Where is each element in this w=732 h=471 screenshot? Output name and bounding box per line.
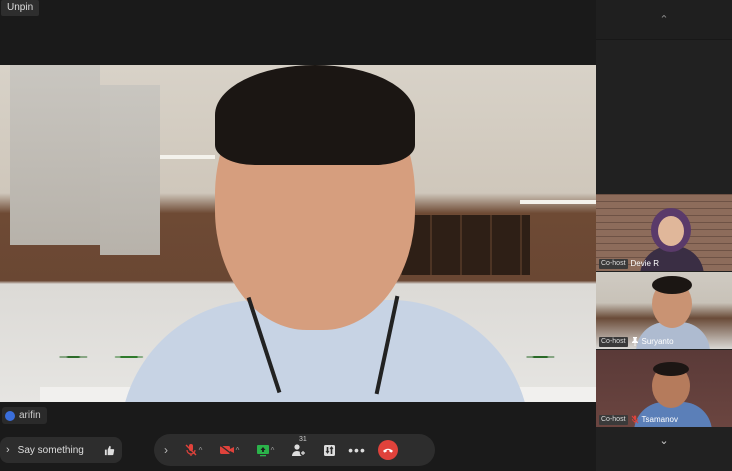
unpin-button[interactable]: Unpin xyxy=(1,0,40,16)
chevron-down-icon: ⌄ xyxy=(659,434,669,447)
apps-icon xyxy=(323,444,335,456)
participant-face xyxy=(658,216,684,246)
ceiling-light xyxy=(520,200,596,204)
bookshelf xyxy=(400,215,530,275)
hang-up-icon xyxy=(383,448,393,453)
participant-name: Suryanto xyxy=(641,336,674,346)
main-video[interactable] xyxy=(0,65,596,402)
participant-sidebar: ⌃ Co-host Devie R Co-host Suryanto Co-ho… xyxy=(596,0,732,471)
speaker-name: arifin xyxy=(19,410,41,421)
participant-hair xyxy=(652,276,692,294)
meeting-window: Unpin arifin › Say something › ^ ^ ^ 31 … xyxy=(0,0,732,471)
more-button[interactable]: ••• xyxy=(346,437,368,463)
speaker-hair xyxy=(215,65,415,165)
caret-up-icon[interactable]: ^ xyxy=(236,446,240,455)
participant-label: Co-host Tsamanov xyxy=(599,414,678,425)
participant-name: Tsamanov xyxy=(641,414,678,424)
cohost-badge: Co-host xyxy=(599,258,628,269)
toolbar: › ^ ^ ^ 31 ••• xyxy=(154,434,435,466)
main-stage: Unpin arifin › Say something › ^ ^ ^ 31 … xyxy=(0,0,596,471)
participant-count: 31 xyxy=(299,436,307,443)
scroll-up-button[interactable]: ⌃ xyxy=(596,0,732,40)
participants-icon xyxy=(292,444,307,457)
microphone-muted-icon xyxy=(185,444,197,456)
participant-tile[interactable]: Co-host Devie R xyxy=(596,194,732,271)
participants-button[interactable]: 31 xyxy=(286,436,312,463)
participant-hair xyxy=(653,362,689,376)
chevron-up-icon: ⌃ xyxy=(659,14,669,26)
user-icon xyxy=(5,410,15,421)
chevron-right-icon: › xyxy=(164,443,168,457)
microphone-muted-icon xyxy=(631,415,638,424)
cohost-badge: Co-host xyxy=(599,336,628,347)
scroll-down-button[interactable]: ⌄ xyxy=(596,427,732,453)
apps-button[interactable] xyxy=(318,437,340,463)
speaker-name-tag: arifin xyxy=(2,407,47,424)
camera-button[interactable]: ^ xyxy=(214,437,244,463)
participant-label: Co-host Devie R xyxy=(599,258,659,269)
share-screen-button[interactable]: ^ xyxy=(250,437,280,463)
caret-up-icon[interactable]: ^ xyxy=(271,446,275,455)
pin-icon xyxy=(631,337,638,346)
participant-tile[interactable]: Co-host Tsamanov xyxy=(596,350,732,427)
participant-label: Co-host Suryanto xyxy=(599,336,674,347)
caret-up-icon[interactable]: ^ xyxy=(199,446,203,455)
chat-box[interactable]: › Say something xyxy=(0,437,122,463)
participant-name: Devie R xyxy=(630,258,659,268)
window-blind xyxy=(100,85,160,255)
collapse-toolbar-button[interactable]: › xyxy=(160,437,172,463)
camera-off-icon xyxy=(219,444,234,456)
thumbs-up-icon[interactable] xyxy=(102,443,116,457)
chat-input[interactable]: Say something xyxy=(18,445,94,456)
microphone-button[interactable]: ^ xyxy=(178,437,208,463)
participant-tile[interactable]: Co-host Suryanto xyxy=(596,272,732,349)
leave-button[interactable] xyxy=(378,440,398,460)
more-icon: ••• xyxy=(348,442,366,458)
chevron-right-icon[interactable]: › xyxy=(6,444,10,456)
share-screen-icon xyxy=(256,444,269,456)
cohost-badge: Co-host xyxy=(599,414,628,425)
window-blind xyxy=(10,65,100,245)
